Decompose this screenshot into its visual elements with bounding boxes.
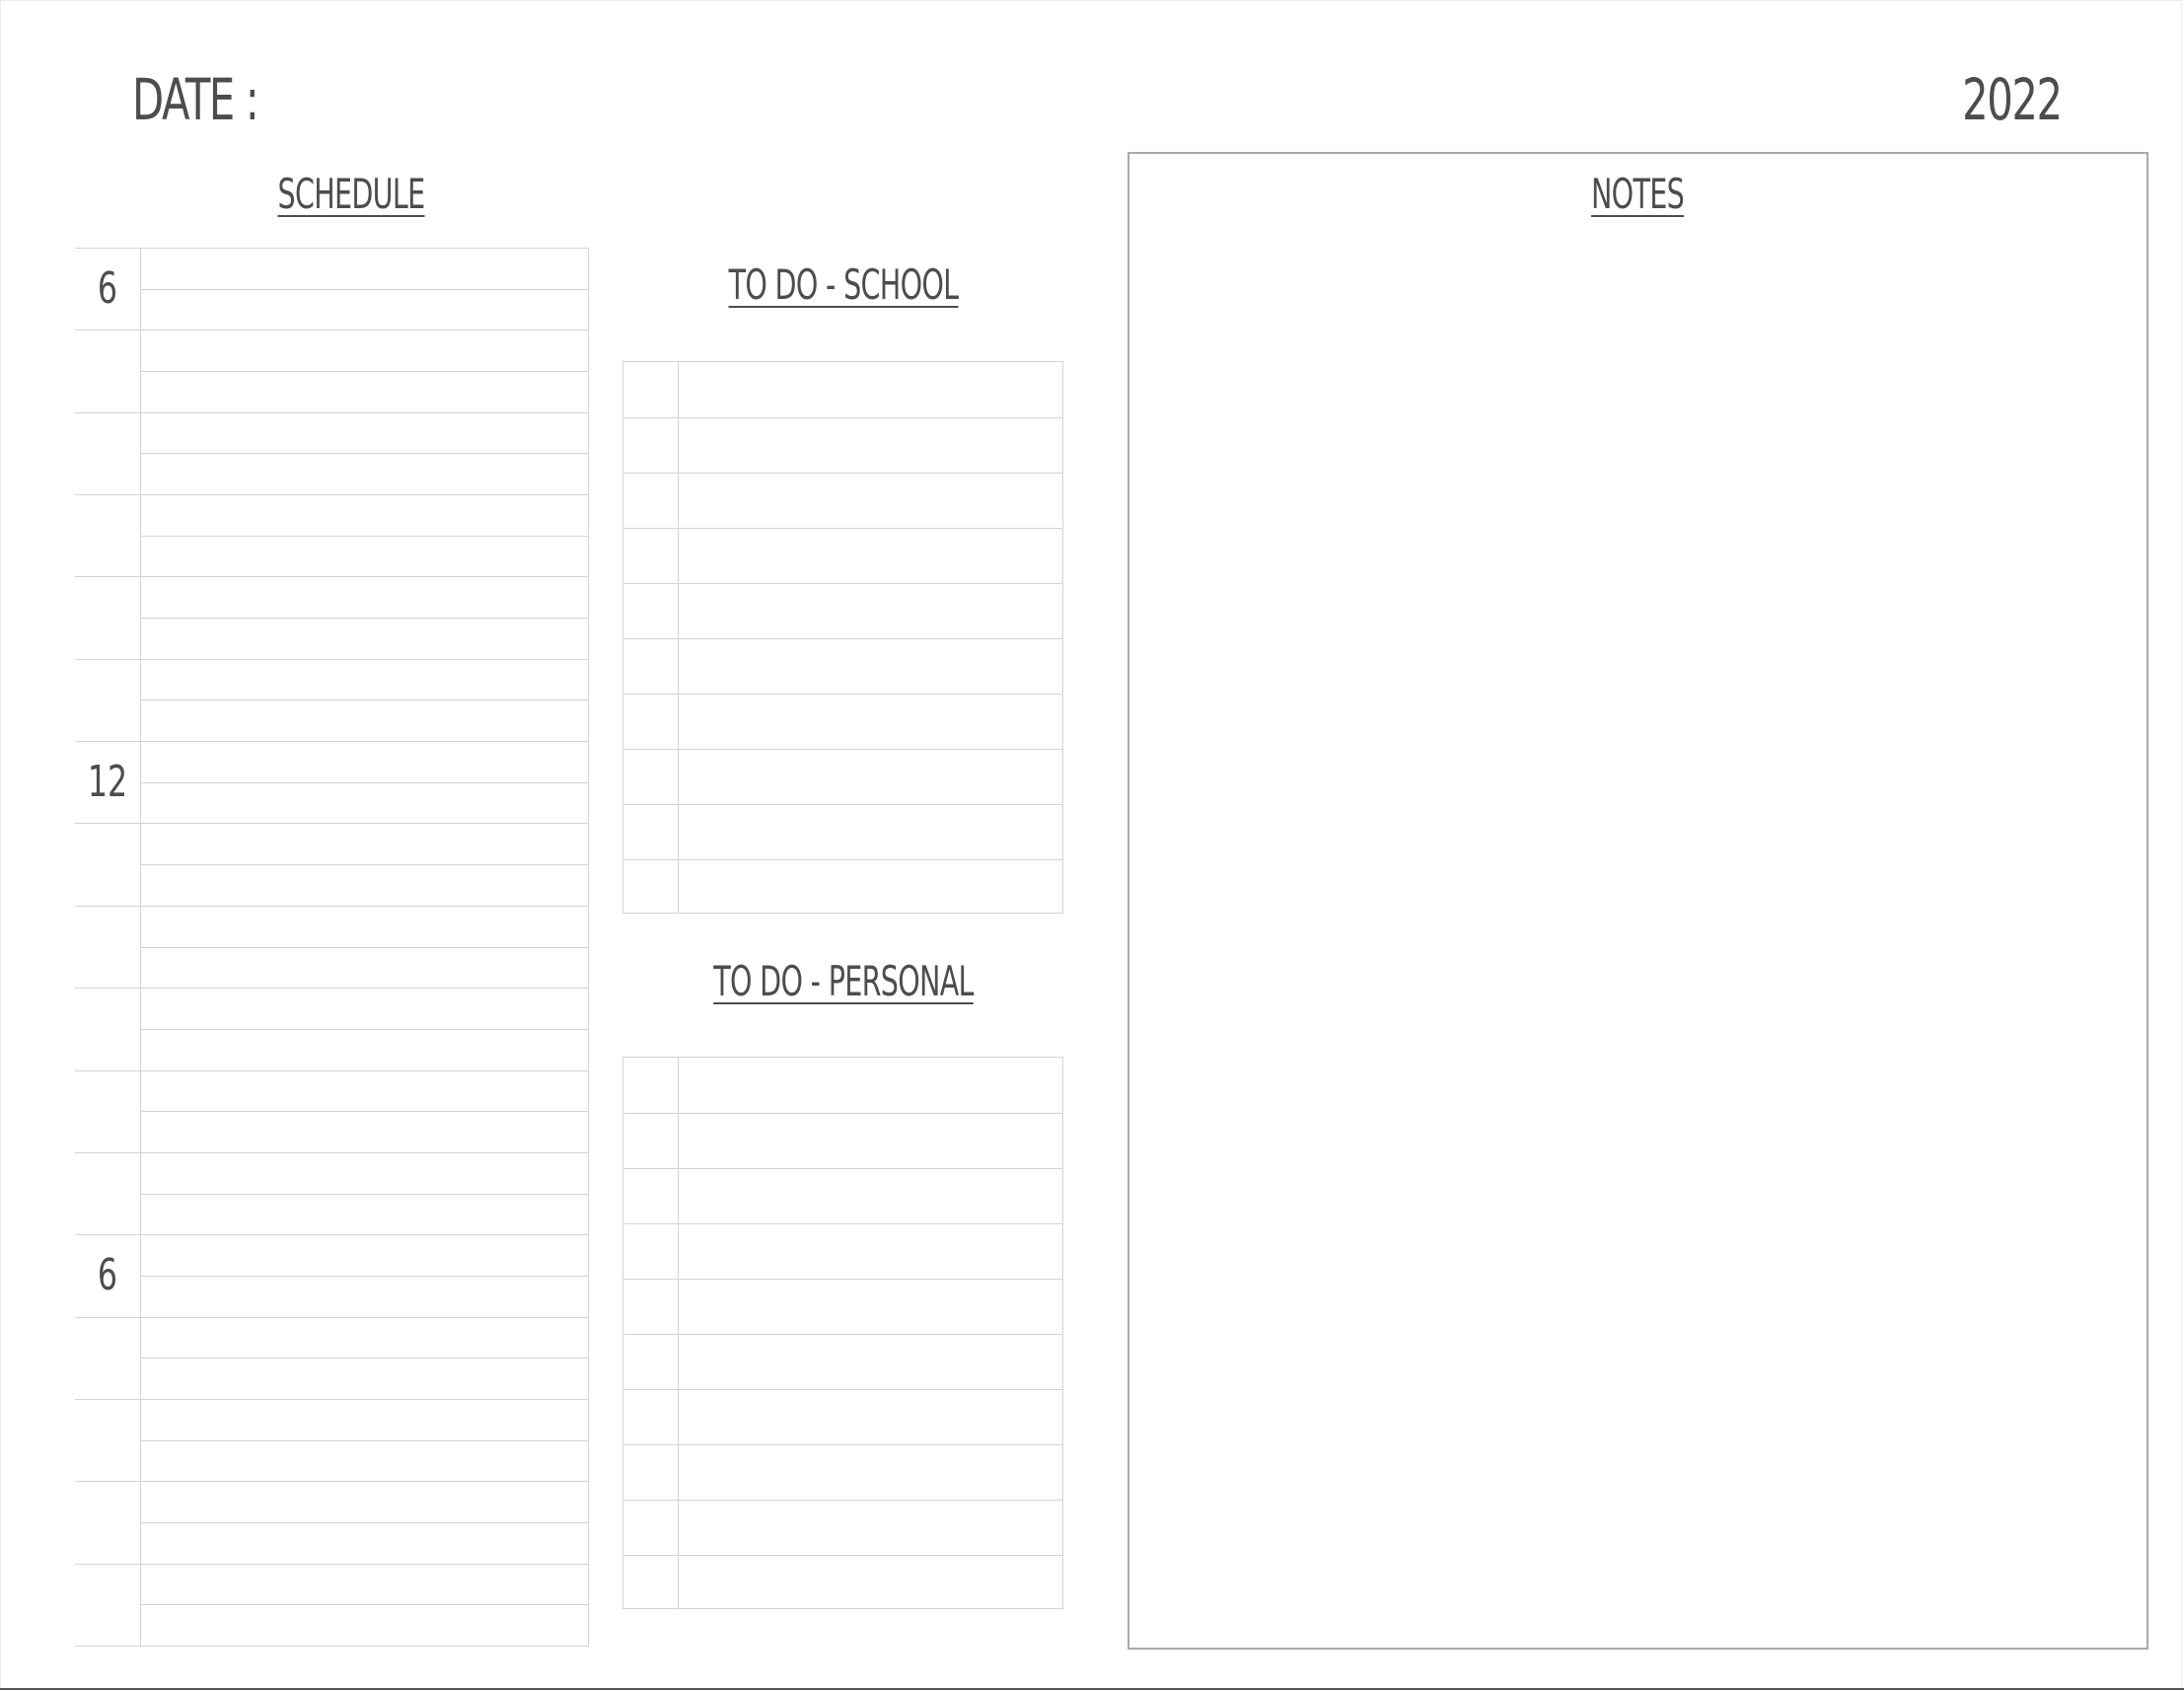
todo-row-line [623, 1113, 1062, 1114]
schedule-line [75, 905, 589, 907]
todo-row-line [623, 1444, 1062, 1445]
schedule-line [140, 288, 589, 290]
schedule-line [140, 1521, 589, 1523]
schedule-line [140, 618, 589, 620]
year-label: 2022 [1962, 66, 2063, 133]
schedule-line [140, 1193, 589, 1195]
schedule-line [75, 248, 589, 249]
checkbox-column [678, 362, 679, 913]
todo-row-line [623, 1500, 1062, 1501]
schedule-line [75, 1481, 589, 1483]
schedule-line [75, 576, 589, 578]
schedule-title: SCHEDULE [277, 170, 425, 218]
schedule-line [140, 864, 589, 866]
schedule-line [75, 411, 589, 413]
notes-box [1128, 152, 2148, 1650]
schedule-line [140, 1111, 589, 1113]
schedule-line [75, 494, 589, 496]
todo-personal-title: TO DO - PERSONAL [713, 957, 974, 1005]
todo-row-line [623, 583, 1062, 584]
todo-row-line [623, 1555, 1062, 1556]
schedule-line [140, 1028, 589, 1030]
schedule-line [140, 946, 589, 948]
checkbox-column [678, 1058, 679, 1608]
todo-row-line [623, 638, 1062, 639]
todo-row-line [623, 859, 1062, 860]
notes-title: NOTES [1590, 170, 1685, 218]
date-label: DATE : [132, 66, 259, 133]
schedule-line [75, 1069, 589, 1071]
todo-school-title: TO DO - SCHOOL [728, 260, 960, 309]
schedule-line [140, 1604, 589, 1606]
schedule-line [140, 699, 589, 701]
schedule-grid: 6 12 6 [75, 248, 589, 1647]
schedule-line [140, 1439, 589, 1441]
bottom-rule [0, 1688, 2184, 1690]
schedule-line [75, 330, 589, 331]
hour-label-6am: 6 [97, 263, 118, 314]
schedule-line [75, 658, 589, 660]
schedule-line [75, 1234, 589, 1236]
schedule-line [75, 1398, 589, 1400]
todo-row-line [623, 1334, 1062, 1335]
schedule-line [75, 1151, 589, 1153]
hour-label-6pm: 6 [97, 1250, 118, 1301]
hour-label-12pm: 12 [87, 757, 128, 808]
todo-row-line [623, 749, 1062, 750]
schedule-line [140, 371, 589, 373]
schedule-line [140, 1275, 589, 1277]
todo-row-line [623, 473, 1062, 474]
todo-personal-list [622, 1057, 1063, 1609]
schedule-line [140, 535, 589, 537]
schedule-line [140, 1358, 589, 1360]
schedule-line [75, 823, 589, 825]
schedule-line [140, 781, 589, 783]
schedule-line [75, 988, 589, 990]
todo-row-line [623, 804, 1062, 805]
todo-row-line [623, 417, 1062, 418]
schedule-line [75, 741, 589, 743]
todo-row-line [623, 1279, 1062, 1280]
todo-school-list [622, 361, 1063, 914]
schedule-line [140, 453, 589, 455]
schedule-line [75, 1563, 589, 1565]
todo-row-line [623, 694, 1062, 695]
todo-row-line [623, 528, 1062, 529]
todo-row-line [623, 1223, 1062, 1224]
schedule-line [75, 1316, 589, 1318]
schedule-line [75, 1646, 589, 1647]
todo-row-line [623, 1168, 1062, 1169]
todo-row-line [623, 1389, 1062, 1390]
